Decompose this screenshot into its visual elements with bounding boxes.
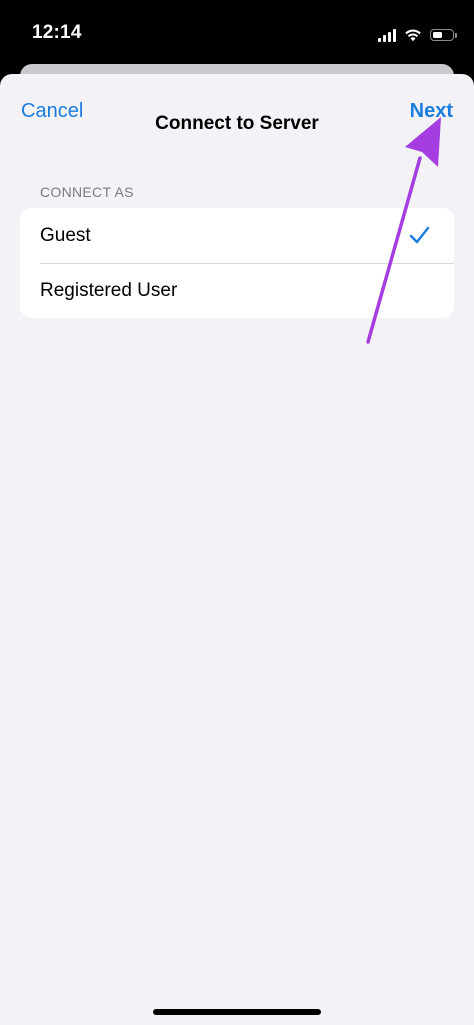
status-icons: [378, 25, 457, 45]
checkmark-icon: [409, 226, 430, 244]
connect-as-list: Guest Registered User: [20, 208, 454, 318]
battery-icon: [430, 29, 457, 41]
signal-icon: [378, 28, 396, 42]
status-time: 12:14: [32, 22, 82, 43]
status-bar: 12:14: [0, 0, 474, 64]
list-item-label: Registered User: [40, 279, 178, 301]
battery-fill: [432, 31, 443, 38]
list-item-label: Guest: [40, 224, 91, 246]
next-button[interactable]: Next: [410, 100, 453, 123]
section-header: CONNECT AS: [40, 184, 134, 200]
screen: 12:14 Cancel Connect to Server Next CONN…: [0, 0, 474, 1025]
list-item-guest[interactable]: Guest: [20, 208, 454, 263]
connect-sheet: Cancel Connect to Server Next CONNECT AS…: [0, 74, 474, 1025]
list-item-registered-user[interactable]: Registered User: [20, 263, 454, 318]
home-indicator: [153, 1009, 321, 1015]
page-title: Connect to Server: [155, 113, 319, 134]
wifi-icon: [405, 29, 421, 42]
